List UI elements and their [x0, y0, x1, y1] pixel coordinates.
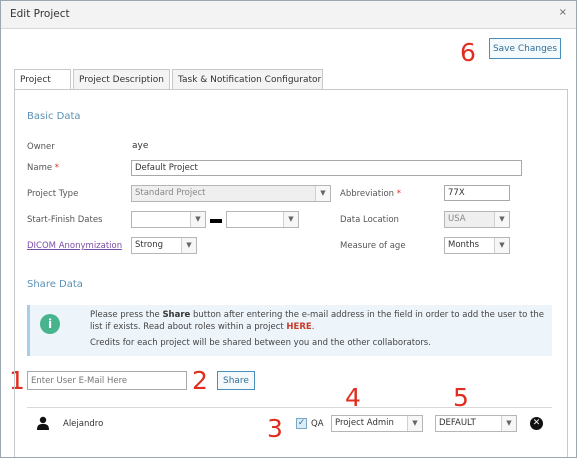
- start-finish-dates-label: Start-Finish Dates: [27, 215, 103, 225]
- abbreviation-input[interactable]: 77X: [444, 185, 510, 201]
- project-type-label: Project Type: [27, 189, 79, 199]
- info-line-1-a: Please press the: [90, 310, 163, 320]
- owner-value: aye: [132, 141, 149, 151]
- share-button[interactable]: Share: [217, 371, 255, 390]
- owner-label: Owner: [27, 142, 55, 152]
- user-profile-value: DEFAULT: [439, 418, 476, 428]
- measure-of-age-value: Months: [448, 240, 480, 250]
- remove-user-icon[interactable]: ✕: [530, 417, 543, 430]
- qa-label: QA: [311, 419, 324, 429]
- name-label-text: Name: [27, 163, 53, 173]
- share-data-heading: Share Data: [27, 279, 83, 290]
- user-profile-select[interactable]: DEFAULT ▼: [435, 415, 517, 432]
- measure-of-age-select[interactable]: Months ▼: [444, 237, 510, 254]
- project-type-value: Standard Project: [135, 188, 206, 198]
- chevron-down-icon: ▼: [181, 238, 196, 253]
- dialog-title: Edit Project: [10, 8, 70, 20]
- chevron-down-icon: ▼: [315, 186, 330, 201]
- dicom-anonymization-link[interactable]: DICOM Anonymization: [27, 241, 122, 251]
- info-line-1: Please press the Share button after ente…: [90, 310, 544, 320]
- tab-project-description[interactable]: Project Description: [73, 69, 170, 89]
- chevron-down-icon: ▼: [494, 212, 509, 227]
- user-role-value: Project Admin: [335, 418, 394, 428]
- finish-date-select[interactable]: ▼: [226, 211, 299, 228]
- dicom-anonymization-select[interactable]: Strong ▼: [131, 237, 197, 254]
- data-location-select[interactable]: USA ▼: [444, 211, 510, 228]
- dialog-titlebar: Edit Project ×: [1, 1, 576, 29]
- dicom-anonymization-value: Strong: [135, 240, 164, 250]
- user-role-select[interactable]: Project Admin ▼: [331, 415, 423, 432]
- info-line-1-share: Share: [162, 310, 191, 320]
- info-line-2: list if exists. Read about roles within …: [90, 322, 314, 332]
- close-icon[interactable]: ×: [559, 7, 567, 18]
- data-location-value: USA: [448, 214, 466, 224]
- basic-data-heading: Basic Data: [27, 111, 81, 122]
- measure-of-age-label: Measure of age: [340, 241, 406, 251]
- info-line-2-a: list if exists. Read about roles within …: [90, 322, 287, 332]
- name-label: Name *: [27, 163, 59, 173]
- info-icon: i: [40, 314, 60, 334]
- required-mark: *: [396, 189, 401, 199]
- shared-user-name: Alejandro: [63, 419, 104, 429]
- info-line-2-c: .: [311, 322, 315, 332]
- tab-project[interactable]: Project: [14, 69, 71, 90]
- chevron-down-icon: ▼: [407, 416, 422, 431]
- name-input[interactable]: Default Project: [131, 160, 522, 176]
- qa-checkbox[interactable]: ✓: [296, 418, 307, 429]
- share-list-divider: [27, 407, 552, 408]
- start-date-select[interactable]: ▼: [131, 211, 206, 228]
- required-mark: *: [54, 163, 60, 173]
- info-line-3: Credits for each project will be shared …: [90, 338, 431, 348]
- info-line-1-c: button after entering the e-mail address…: [190, 310, 545, 320]
- project-tab-panel: [14, 89, 568, 457]
- roles-here-link[interactable]: HERE: [286, 322, 311, 332]
- chevron-down-icon: ▼: [494, 238, 509, 253]
- abbreviation-label: Abbreviation *: [340, 189, 401, 199]
- chevron-down-icon: ▼: [283, 212, 298, 227]
- annotation-6: 6: [460, 38, 476, 67]
- tab-task-notification-configurator[interactable]: Task & Notification Configurator: [172, 69, 323, 89]
- user-email-input[interactable]: [27, 371, 187, 390]
- chevron-down-icon: ▼: [190, 212, 205, 227]
- save-changes-button[interactable]: Save Changes: [489, 38, 561, 59]
- chevron-down-icon: ▼: [501, 416, 516, 431]
- date-range-separator: [210, 219, 222, 223]
- user-icon: [37, 416, 49, 430]
- share-info-box: i Please press the Share button after en…: [27, 305, 552, 356]
- abbreviation-label-text: Abbreviation: [340, 189, 395, 199]
- data-location-label: Data Location: [340, 215, 399, 225]
- project-type-select[interactable]: Standard Project ▼: [131, 185, 331, 202]
